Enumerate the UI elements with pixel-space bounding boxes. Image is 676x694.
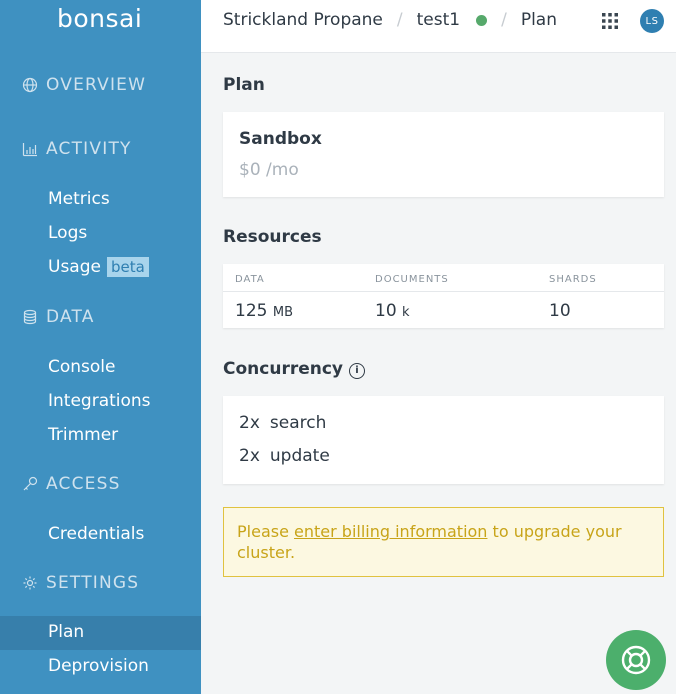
breadcrumb-page: Plan: [520, 10, 557, 30]
globe-icon: [22, 77, 38, 93]
breadcrumb-cluster[interactable]: test1: [417, 10, 460, 30]
section-label: DATA: [46, 307, 95, 327]
documents-value: 10 k: [375, 301, 410, 321]
avatar[interactable]: LS: [640, 9, 664, 33]
sidebar-section-activity: ACTIVITY: [22, 139, 132, 159]
plan-heading: Plan: [223, 75, 265, 95]
data-number: 125: [235, 301, 268, 321]
concurrency-card: 2x search 2x update: [223, 396, 664, 484]
sidebar-item-plan[interactable]: Plan: [0, 616, 201, 650]
cluster-status-dot: [476, 14, 488, 26]
plan-price: $0 /mo: [239, 160, 299, 180]
breadcrumb: Strickland Propane / test1 / Plan: [223, 10, 557, 30]
section-label: ACTIVITY: [46, 139, 132, 159]
breadcrumb-separator: /: [501, 10, 507, 30]
section-label: ACCESS: [46, 474, 121, 494]
sidebar-item-trimmer[interactable]: Trimmer: [48, 425, 118, 445]
help-button[interactable]: [606, 630, 666, 690]
column-header-data: DATA: [235, 274, 265, 285]
sidebar-section-data: DATA: [22, 307, 95, 327]
concurrency-row: 2x search: [239, 413, 326, 433]
sidebar: bonsai OVERVIEW ACTIVITY Metrics Logs Us…: [0, 0, 201, 694]
data-value: 125 MB: [235, 301, 293, 321]
sidebar-item-integrations[interactable]: Integrations: [48, 391, 151, 411]
lifebuoy-icon: [621, 645, 651, 675]
concurrency-multiplier: 2x: [239, 413, 260, 433]
sidebar-item-label: Plan: [48, 622, 85, 642]
column-header-shards: SHARDS: [549, 274, 597, 285]
sidebar-item-logs[interactable]: Logs: [48, 223, 87, 243]
bonsai-logo[interactable]: bonsai: [57, 4, 142, 33]
sidebar-section-settings: SETTINGS: [22, 573, 139, 593]
gear-icon: [23, 576, 37, 590]
sidebar-item-deprovision[interactable]: Deprovision: [48, 656, 149, 676]
price-period: /mo: [266, 160, 299, 180]
sidebar-section-overview[interactable]: OVERVIEW: [22, 75, 146, 95]
concurrency-row: 2x update: [239, 446, 330, 466]
data-unit: MB: [272, 305, 293, 320]
info-icon[interactable]: i: [349, 363, 365, 379]
breadcrumb-account[interactable]: Strickland Propane: [223, 10, 383, 30]
sidebar-item-console[interactable]: Console: [48, 357, 116, 377]
sidebar-item-metrics[interactable]: Metrics: [48, 189, 110, 209]
shards-value: 10: [549, 301, 571, 321]
breadcrumb-separator: /: [396, 10, 403, 30]
sidebar-item-label: Usage: [48, 257, 101, 277]
beta-badge: beta: [106, 257, 149, 277]
plan-name: Sandbox: [239, 129, 322, 149]
sidebar-section-access: ACCESS: [22, 474, 121, 494]
apps-grid-icon[interactable]: [602, 13, 618, 29]
section-label: OVERVIEW: [46, 75, 147, 95]
shards-number: 10: [549, 301, 571, 321]
column-header-documents: DOCUMENTS: [375, 274, 449, 285]
top-bar: Strickland Propane / test1 / Plan LS: [201, 0, 676, 53]
section-label: SETTINGS: [46, 573, 140, 593]
concurrency-title: Concurrency: [223, 359, 343, 379]
sidebar-item-usage[interactable]: Usage beta: [48, 257, 149, 277]
documents-number: 10: [375, 301, 397, 321]
table-divider: [223, 291, 664, 292]
documents-unit: k: [402, 305, 410, 320]
enter-billing-link[interactable]: enter billing information: [294, 522, 487, 541]
key-icon: [23, 476, 38, 491]
concurrency-label: search: [269, 413, 327, 433]
plan-card: Sandbox $0 /mo: [223, 112, 664, 197]
database-icon: [23, 309, 37, 325]
sidebar-item-credentials[interactable]: Credentials: [48, 524, 144, 544]
resources-table: DATA DOCUMENTS SHARDS 125 MB 10 k 10: [223, 264, 664, 328]
billing-alert: Please enter billing information to upgr…: [223, 507, 664, 577]
concurrency-multiplier: 2x: [239, 446, 260, 466]
alert-prefix: Please: [237, 522, 295, 541]
alert-text: Please enter billing information to upgr…: [237, 521, 637, 563]
concurrency-label: update: [269, 446, 330, 466]
bar-chart-icon: [22, 143, 37, 157]
concurrency-heading: Concurrency i: [223, 359, 365, 379]
resources-heading: Resources: [223, 227, 322, 247]
price-amount: $0: [239, 160, 261, 180]
